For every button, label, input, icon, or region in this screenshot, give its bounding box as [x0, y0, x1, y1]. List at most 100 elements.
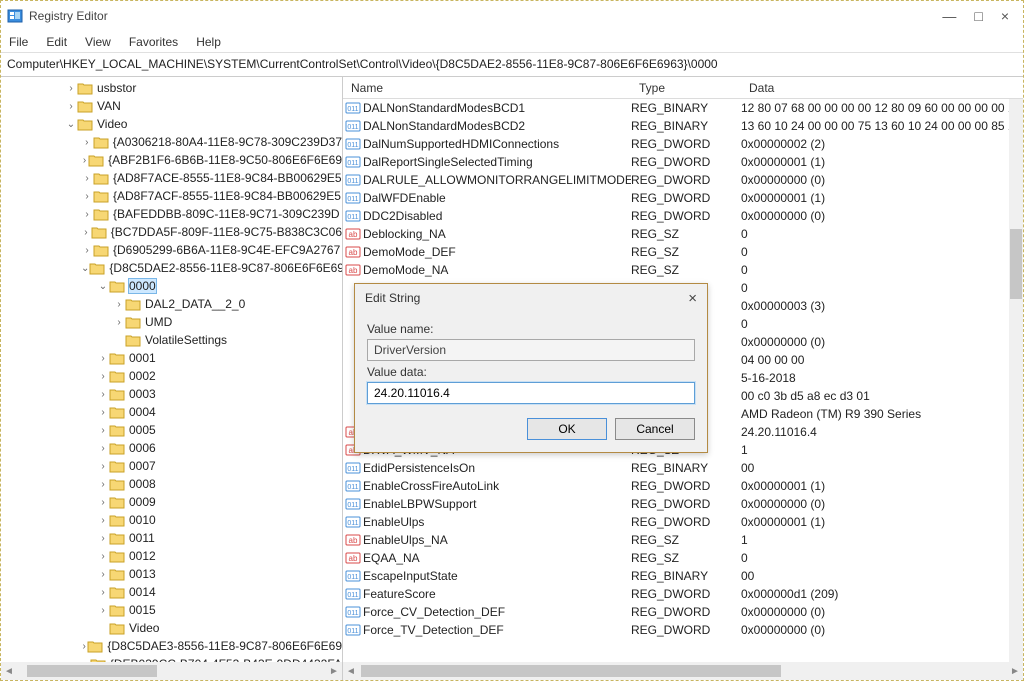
- menu-edit[interactable]: Edit: [46, 35, 67, 49]
- tree-item[interactable]: ›0012: [1, 547, 342, 565]
- expand-icon[interactable]: ›: [97, 407, 109, 418]
- tree-item[interactable]: ›{AD8F7ACE-8555-11E8-9C84-BB00629E5: [1, 169, 342, 187]
- scroll-right-icon[interactable]: ►: [1007, 666, 1023, 677]
- address-bar[interactable]: Computer\HKEY_LOCAL_MACHINE\SYSTEM\Curre…: [1, 53, 1023, 77]
- tree-item[interactable]: ›0006: [1, 439, 342, 457]
- menu-help[interactable]: Help: [196, 35, 221, 49]
- expand-icon[interactable]: ›: [97, 497, 109, 508]
- list-row[interactable]: abDemoMode_DEFREG_SZ0: [343, 243, 1009, 261]
- tree-item[interactable]: ›{BC7DDA5F-809F-11E8-9C75-B838C3C06: [1, 223, 342, 241]
- tree-hscrollbar[interactable]: ◄ ►: [1, 662, 342, 680]
- list-row[interactable]: 011DALRULE_ALLOWMONITORRANGELIMITMODESCR…: [343, 171, 1009, 189]
- list-row[interactable]: abDemoMode_NAREG_SZ0: [343, 261, 1009, 279]
- tree-item[interactable]: VolatileSettings: [1, 331, 342, 349]
- menu-view[interactable]: View: [85, 35, 111, 49]
- expand-icon[interactable]: ›: [97, 569, 109, 580]
- list-row[interactable]: abEQAA_NAREG_SZ0: [343, 549, 1009, 567]
- list-row[interactable]: abDeblocking_NAREG_SZ0: [343, 225, 1009, 243]
- list-row[interactable]: 011DALNonStandardModesBCD1REG_BINARY12 8…: [343, 99, 1009, 117]
- expand-icon[interactable]: ›: [97, 587, 109, 598]
- menu-favorites[interactable]: Favorites: [129, 35, 178, 49]
- list-row[interactable]: 011DalWFDEnableREG_DWORD0x00000001 (1): [343, 189, 1009, 207]
- tree-item[interactable]: ›0014: [1, 583, 342, 601]
- list-row[interactable]: 011EdidPersistenceIsOnREG_BINARY00: [343, 459, 1009, 477]
- column-data[interactable]: Data: [741, 81, 1023, 95]
- tree-item[interactable]: ›0008: [1, 475, 342, 493]
- collapse-icon[interactable]: ⌄: [81, 263, 89, 274]
- expand-icon[interactable]: ›: [113, 317, 125, 328]
- expand-icon[interactable]: ›: [97, 551, 109, 562]
- list-vscrollbar[interactable]: [1009, 99, 1023, 662]
- expand-icon[interactable]: ›: [65, 83, 77, 94]
- value-name-field[interactable]: [367, 339, 695, 361]
- list-row[interactable]: 011EnableUlpsREG_DWORD0x00000001 (1): [343, 513, 1009, 531]
- ok-button[interactable]: OK: [527, 418, 607, 440]
- tree-item[interactable]: ›{ABF2B1F6-6B6B-11E8-9C50-806E6F6E69: [1, 151, 342, 169]
- column-name[interactable]: Name: [343, 81, 631, 95]
- expand-icon[interactable]: ›: [81, 245, 93, 256]
- tree-item[interactable]: Video: [1, 619, 342, 637]
- tree-item[interactable]: ›{A0306218-80A4-11E8-9C78-309C239D37: [1, 133, 342, 151]
- list-row[interactable]: 011EnableLBPWSupportREG_DWORD0x00000000 …: [343, 495, 1009, 513]
- tree-item[interactable]: ›0002: [1, 367, 342, 385]
- list-row[interactable]: 011DDC2DisabledREG_DWORD0x00000000 (0): [343, 207, 1009, 225]
- list-hscroll-thumb[interactable]: [361, 665, 781, 677]
- column-type[interactable]: Type: [631, 81, 741, 95]
- scroll-left-icon[interactable]: ◄: [343, 666, 359, 677]
- expand-icon[interactable]: ›: [81, 155, 88, 166]
- list-row[interactable]: 011FeatureScoreREG_DWORD0x000000d1 (209): [343, 585, 1009, 603]
- tree-item[interactable]: ›{DEB039CC-B704-4F53-B43E-9DD4432FA: [1, 655, 342, 662]
- dialog-close-button[interactable]: ×: [688, 290, 697, 307]
- tree-item[interactable]: ›VAN: [1, 97, 342, 115]
- list-row[interactable]: 011Force_CV_Detection_DEFREG_DWORD0x0000…: [343, 603, 1009, 621]
- tree-item[interactable]: ›0010: [1, 511, 342, 529]
- expand-icon[interactable]: ›: [97, 461, 109, 472]
- expand-icon[interactable]: ›: [113, 299, 125, 310]
- maximize-button[interactable]: □: [974, 8, 982, 24]
- expand-icon[interactable]: ›: [97, 425, 109, 436]
- list-row[interactable]: 011EscapeInputStateREG_BINARY00: [343, 567, 1009, 585]
- tree-item[interactable]: ›0001: [1, 349, 342, 367]
- close-button[interactable]: ×: [1001, 8, 1009, 24]
- tree-item[interactable]: ›{BAFEDDBB-809C-11E8-9C71-309C239D: [1, 205, 342, 223]
- list-row[interactable]: 011EnableCrossFireAutoLinkREG_DWORD0x000…: [343, 477, 1009, 495]
- tree-item[interactable]: ›UMD: [1, 313, 342, 331]
- tree-item[interactable]: ›0005: [1, 421, 342, 439]
- expand-icon[interactable]: ›: [97, 515, 109, 526]
- list-hscrollbar[interactable]: ◄ ►: [343, 662, 1023, 680]
- tree-item[interactable]: ›{AD8F7ACF-8555-11E8-9C84-BB00629E5: [1, 187, 342, 205]
- expand-icon[interactable]: ›: [97, 605, 109, 616]
- tree-item[interactable]: ⌄0000: [1, 277, 342, 295]
- tree-hscroll-thumb[interactable]: [27, 665, 157, 677]
- expand-icon[interactable]: ›: [81, 173, 93, 184]
- expand-icon[interactable]: ›: [81, 137, 93, 148]
- tree-item[interactable]: ›{D6905299-6B6A-11E8-9C4E-EFC9A2767: [1, 241, 342, 259]
- tree-item[interactable]: ›DAL2_DATA__2_0: [1, 295, 342, 313]
- tree-item[interactable]: ›0003: [1, 385, 342, 403]
- list-vscroll-thumb[interactable]: [1010, 229, 1022, 299]
- expand-icon[interactable]: ›: [97, 371, 109, 382]
- tree-item[interactable]: ›{D8C5DAE3-8556-11E8-9C87-806E6F6E69: [1, 637, 342, 655]
- cancel-button[interactable]: Cancel: [615, 418, 695, 440]
- value-data-field[interactable]: [367, 382, 695, 404]
- scroll-right-icon[interactable]: ►: [326, 666, 342, 677]
- list-row[interactable]: 011DalReportSingleSelectedTimingREG_DWOR…: [343, 153, 1009, 171]
- expand-icon[interactable]: ›: [81, 191, 93, 202]
- expand-icon[interactable]: ›: [97, 533, 109, 544]
- collapse-icon[interactable]: ⌄: [65, 119, 77, 130]
- list-row[interactable]: 011DALNonStandardModesBCD2REG_BINARY13 6…: [343, 117, 1009, 135]
- expand-icon[interactable]: ›: [81, 227, 91, 238]
- tree-item[interactable]: ›0007: [1, 457, 342, 475]
- tree-item[interactable]: ⌄Video: [1, 115, 342, 133]
- tree-item[interactable]: ⌄{D8C5DAE2-8556-11E8-9C87-806E6F6E69: [1, 259, 342, 277]
- scroll-left-icon[interactable]: ◄: [1, 666, 17, 677]
- tree-item[interactable]: ›0013: [1, 565, 342, 583]
- list-row[interactable]: abEnableUlps_NAREG_SZ1: [343, 531, 1009, 549]
- expand-icon[interactable]: ›: [81, 209, 93, 220]
- minimize-button[interactable]: —: [942, 8, 956, 24]
- expand-icon[interactable]: ›: [97, 479, 109, 490]
- tree-item[interactable]: ›0011: [1, 529, 342, 547]
- list-row[interactable]: 011Force_TV_Detection_DEFREG_DWORD0x0000…: [343, 621, 1009, 639]
- collapse-icon[interactable]: ⌄: [97, 281, 109, 292]
- tree-item[interactable]: ›0004: [1, 403, 342, 421]
